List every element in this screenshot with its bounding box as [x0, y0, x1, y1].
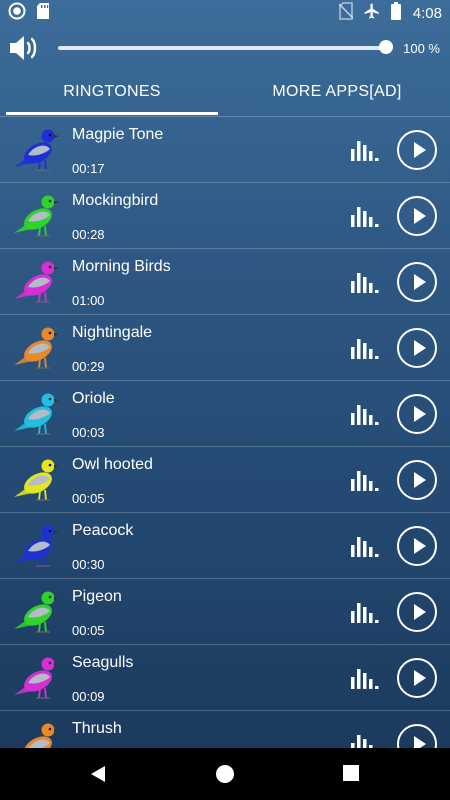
status-time: 4:08 — [412, 4, 442, 22]
bird-icon — [10, 519, 64, 573]
play-button[interactable] — [397, 262, 437, 302]
ringtone-title: Mockingbird — [72, 192, 159, 209]
equalizer-icon[interactable] — [351, 139, 379, 166]
equalizer-icon[interactable] — [351, 469, 379, 496]
ringtone-duration: 00:30 — [72, 557, 105, 572]
ringtone-duration: 00:29 — [72, 359, 105, 374]
equalizer-icon[interactable] — [351, 337, 379, 364]
ringtone-row[interactable]: Morning Birds 01:00 — [0, 248, 450, 314]
ringtone-title: Pigeon — [72, 588, 122, 605]
ringtone-title: Nightingale — [72, 324, 153, 341]
tab-more-apps[interactable]: MORE APPS[AD] — [228, 70, 446, 114]
equalizer-icon[interactable] — [351, 601, 379, 628]
play-icon — [411, 603, 427, 621]
active-tab-indicator — [6, 112, 218, 115]
bird-icon — [10, 123, 64, 177]
bird-icon — [10, 717, 64, 748]
ringtone-duration: 00:09 — [72, 689, 105, 704]
status-bar: 4:08 — [0, 0, 450, 26]
play-button[interactable] — [397, 460, 437, 500]
equalizer-icon[interactable] — [351, 535, 379, 562]
tab-bar: RINGTONES MORE APPS[AD] — [0, 70, 450, 116]
ringtone-title: Owl hooted — [72, 456, 153, 473]
bird-icon — [10, 651, 64, 705]
play-button[interactable] — [397, 658, 437, 698]
equalizer-icon[interactable] — [351, 667, 379, 694]
play-button[interactable] — [397, 724, 437, 748]
ringtone-row[interactable]: Owl hooted 00:05 — [0, 446, 450, 512]
bird-icon — [10, 189, 64, 243]
no-sim-icon — [338, 2, 354, 24]
play-icon — [411, 537, 427, 555]
play-icon — [411, 735, 427, 748]
bird-icon — [10, 387, 64, 441]
play-icon — [411, 339, 427, 357]
ringtone-duration: 00:28 — [72, 227, 105, 242]
app-screen: 4:08 100 % RINGTONES MORE APPS[AD] Magpi… — [0, 0, 450, 748]
ringtone-row[interactable]: Nightingale 00:29 — [0, 314, 450, 380]
play-icon — [411, 471, 427, 489]
play-icon — [411, 141, 427, 159]
ringtone-row[interactable]: Magpie Tone 00:17 — [0, 116, 450, 182]
bird-icon — [10, 585, 64, 639]
ringtone-row[interactable]: Pigeon 00:05 — [0, 578, 450, 644]
play-button[interactable] — [397, 328, 437, 368]
volume-row: 100 % — [0, 30, 450, 66]
notification-circle-icon — [8, 2, 26, 25]
equalizer-icon[interactable] — [351, 403, 379, 430]
play-icon — [411, 207, 427, 225]
equalizer-icon[interactable] — [351, 205, 379, 232]
bird-icon — [10, 255, 64, 309]
sd-card-icon — [36, 2, 50, 25]
ringtone-title: Seagulls — [72, 654, 134, 671]
home-icon[interactable] — [215, 764, 235, 789]
ringtone-duration: 01:00 — [72, 293, 105, 308]
back-icon[interactable] — [88, 764, 108, 789]
bird-icon — [10, 321, 64, 375]
ringtone-duration: 00:03 — [72, 425, 105, 440]
recents-icon[interactable] — [342, 764, 360, 787]
ringtone-row[interactable]: Seagulls 00:09 — [0, 644, 450, 710]
play-button[interactable] — [397, 130, 437, 170]
tab-ringtones[interactable]: RINGTONES — [6, 70, 218, 114]
ringtone-list: Magpie Tone 00:17 Mockingbird 00:28 Morning … — [0, 116, 450, 748]
ringtone-duration: 00:05 — [72, 623, 105, 638]
play-button[interactable] — [397, 592, 437, 632]
ringtone-row[interactable]: Oriole 00:03 — [0, 380, 450, 446]
battery-icon — [390, 2, 401, 24]
bird-icon — [10, 453, 64, 507]
play-button[interactable] — [397, 394, 437, 434]
navigation-bar — [0, 748, 450, 800]
ringtone-title: Oriole — [72, 390, 115, 407]
play-button[interactable] — [397, 196, 437, 236]
ringtone-duration: 00:17 — [72, 161, 105, 176]
volume-icon[interactable] — [8, 33, 40, 68]
airplane-icon — [363, 2, 381, 24]
equalizer-icon[interactable] — [351, 733, 379, 748]
equalizer-icon[interactable] — [351, 271, 379, 298]
ringtone-row[interactable]: Peacock 00:30 — [0, 512, 450, 578]
volume-slider-track[interactable] — [58, 46, 386, 50]
play-icon — [411, 273, 427, 291]
play-icon — [411, 669, 427, 687]
ringtone-title: Peacock — [72, 522, 134, 539]
ringtone-title: Thrush — [72, 720, 122, 737]
volume-slider-thumb[interactable] — [379, 40, 393, 54]
ringtone-title: Magpie Tone — [72, 126, 164, 143]
play-icon — [411, 405, 427, 423]
ringtone-row[interactable]: Mockingbird 00:28 — [0, 182, 450, 248]
ringtone-row[interactable]: Thrush — [0, 710, 450, 748]
ringtone-duration: 00:05 — [72, 491, 105, 506]
ringtone-title: Morning Birds — [72, 258, 171, 275]
volume-percent-label: 100 % — [403, 41, 440, 56]
play-button[interactable] — [397, 526, 437, 566]
